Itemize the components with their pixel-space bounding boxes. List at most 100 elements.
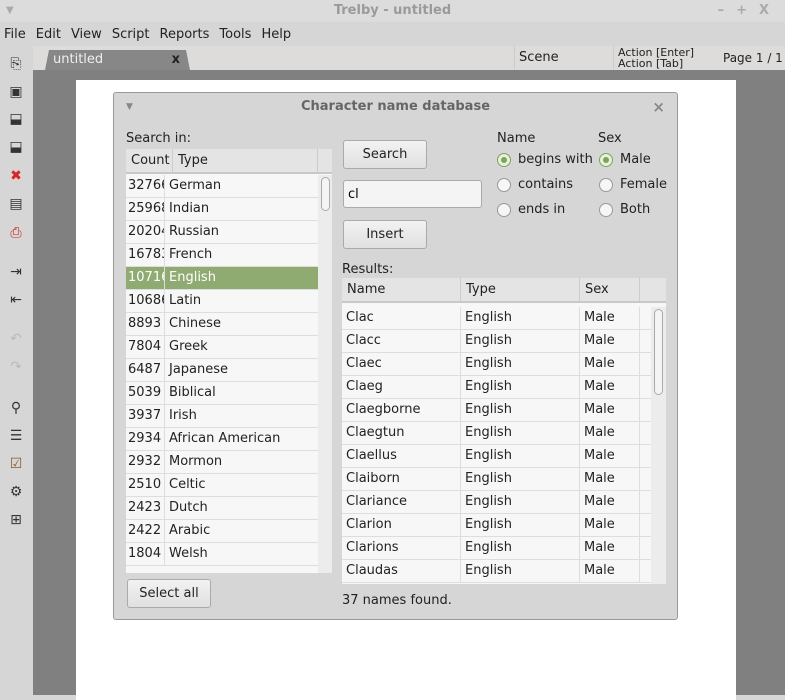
import-icon[interactable]: ⇥ [6,262,26,282]
type-row[interactable]: 16783 French [126,244,318,267]
sex-radio-both[interactable]: Both [599,202,650,217]
menu-edit[interactable]: Edit [36,27,61,42]
open-icon[interactable]: ▣ [6,82,26,102]
type-count: 8893 [126,313,165,335]
type-name: French [169,247,213,262]
result-row[interactable]: Claudas English Male [342,560,651,583]
type-row[interactable]: 1804 Welsh [126,543,318,566]
type-row[interactable]: 25968 Indian [126,198,318,221]
type-row[interactable]: 2422 Arabic [126,520,318,543]
sex-radio-female[interactable]: Female [599,177,667,192]
name-radio-contains[interactable]: contains [497,177,573,192]
name-label: Name [497,131,536,146]
column-header-name[interactable]: Name [342,278,461,301]
type-row[interactable]: 3937 Irish [126,405,318,428]
minimize-button[interactable]: – [718,3,737,18]
type-row[interactable]: 32766 German [126,175,318,198]
close-button[interactable]: X [759,3,781,18]
type-row[interactable]: 5039 Biblical [126,382,318,405]
results-scrollbar[interactable] [651,307,666,584]
search-input[interactable] [343,180,482,208]
dialog-close-button[interactable]: × [652,93,665,121]
result-row[interactable]: Claellus English Male [342,445,651,468]
menu-tools[interactable]: Tools [219,27,251,42]
tab-untitled[interactable]: untitled x [45,50,190,70]
window-menu-icon[interactable]: ▼ [6,0,14,22]
search-button[interactable]: Search [343,140,427,169]
result-row[interactable]: Clacc English Male [342,330,651,353]
type-row[interactable]: 10686 Latin [126,290,318,313]
settings-icon[interactable]: ⚙ [6,482,26,502]
type-row[interactable]: 2423 Dutch [126,497,318,520]
type-row[interactable]: 7804 Greek [126,336,318,359]
menu-reports[interactable]: Reports [160,27,210,42]
result-row[interactable]: Claegtun English Male [342,422,651,445]
find-icon[interactable]: ⚲ [6,398,26,418]
undo-icon[interactable]: ↶ [6,329,26,349]
column-header-sex[interactable]: Sex [580,278,640,301]
insert-button[interactable]: Insert [343,220,427,249]
window-controls[interactable]: –+X [718,0,781,22]
window-title: Trelby - untitled [333,3,452,18]
results-table[interactable]: Name Type Sex Clac English Male Clacc Englis… [342,278,666,584]
result-sex: Male [580,399,640,421]
radio-label: contains [518,177,574,192]
column-header-type[interactable]: Type [173,149,318,172]
list-icon[interactable]: ☰ [6,426,26,446]
result-row[interactable]: Claegborne English Male [342,399,651,422]
character-name-dialog: ▼ Character name database × Search in: C… [113,92,678,620]
types-list[interactable]: Count Type 32766 German 25968 Indian 20204 Ru… [126,149,332,573]
export-icon[interactable]: ⇤ [6,290,26,310]
type-count: 10716 [126,267,165,289]
toggle-icon[interactable]: ⊞ [6,510,26,530]
column-header-type[interactable]: Type [461,278,580,301]
menu-script[interactable]: Script [112,27,150,42]
type-count: 6487 [126,359,165,381]
script-settings-icon[interactable]: ▤ [6,194,26,214]
type-row[interactable]: 2932 Mormon [126,451,318,474]
menu-view[interactable]: View [71,27,102,42]
scrollbar-thumb[interactable] [321,177,330,211]
type-row[interactable]: 10716 English [126,267,318,290]
type-name: Japanese [169,362,229,377]
result-row[interactable]: Clarions English Male [342,537,651,560]
type-count: 16783 [126,244,165,266]
result-type: English [461,376,580,398]
scrollbar-thumb[interactable] [654,309,663,395]
save-as-icon[interactable]: ⬓ [6,137,26,157]
menu-file[interactable]: File [4,27,26,42]
result-row[interactable]: Claeg English Male [342,376,651,399]
result-name: Claudas [342,560,461,582]
result-row[interactable]: Clariance English Male [342,491,651,514]
result-row[interactable]: Clac English Male [342,307,651,330]
result-type: English [461,445,580,467]
sex-radio-male[interactable]: Male [599,152,651,167]
redo-icon[interactable]: ↷ [6,357,26,377]
type-row[interactable]: 8893 Chinese [126,313,318,336]
result-row[interactable]: Claec English Male [342,353,651,376]
type-row[interactable]: 2934 African American [126,428,318,451]
name-radio-ends-in[interactable]: ends in [497,202,565,217]
close-icon[interactable]: ✖ [6,166,26,186]
types-scrollbar[interactable] [318,175,332,573]
dialog-menu-icon[interactable]: ▼ [126,93,133,121]
result-row[interactable]: Claiborn English Male [342,468,651,491]
save-icon[interactable]: ⬓ [6,109,26,129]
type-row[interactable]: 6487 Japanese [126,359,318,382]
report-icon[interactable]: ☑ [6,454,26,474]
maximize-button[interactable]: + [736,3,759,18]
type-row[interactable]: 2510 Celtic [126,474,318,497]
column-header-count[interactable]: Count [126,149,173,172]
result-type: English [461,514,580,536]
type-row[interactable]: 20204 Russian [126,221,318,244]
select-all-button[interactable]: Select all [127,579,211,608]
tab-close-icon[interactable]: x [172,50,180,70]
type-name: English [169,270,216,285]
name-radio-begins-with[interactable]: begins with [497,152,593,167]
new-icon[interactable]: ⎘ [6,54,26,74]
pdf-icon[interactable]: ⎙ [6,223,26,243]
results-label: Results: [342,262,394,277]
menu-help[interactable]: Help [261,27,291,42]
result-row[interactable]: Clarion English Male [342,514,651,537]
result-name: Claegtun [342,422,461,444]
